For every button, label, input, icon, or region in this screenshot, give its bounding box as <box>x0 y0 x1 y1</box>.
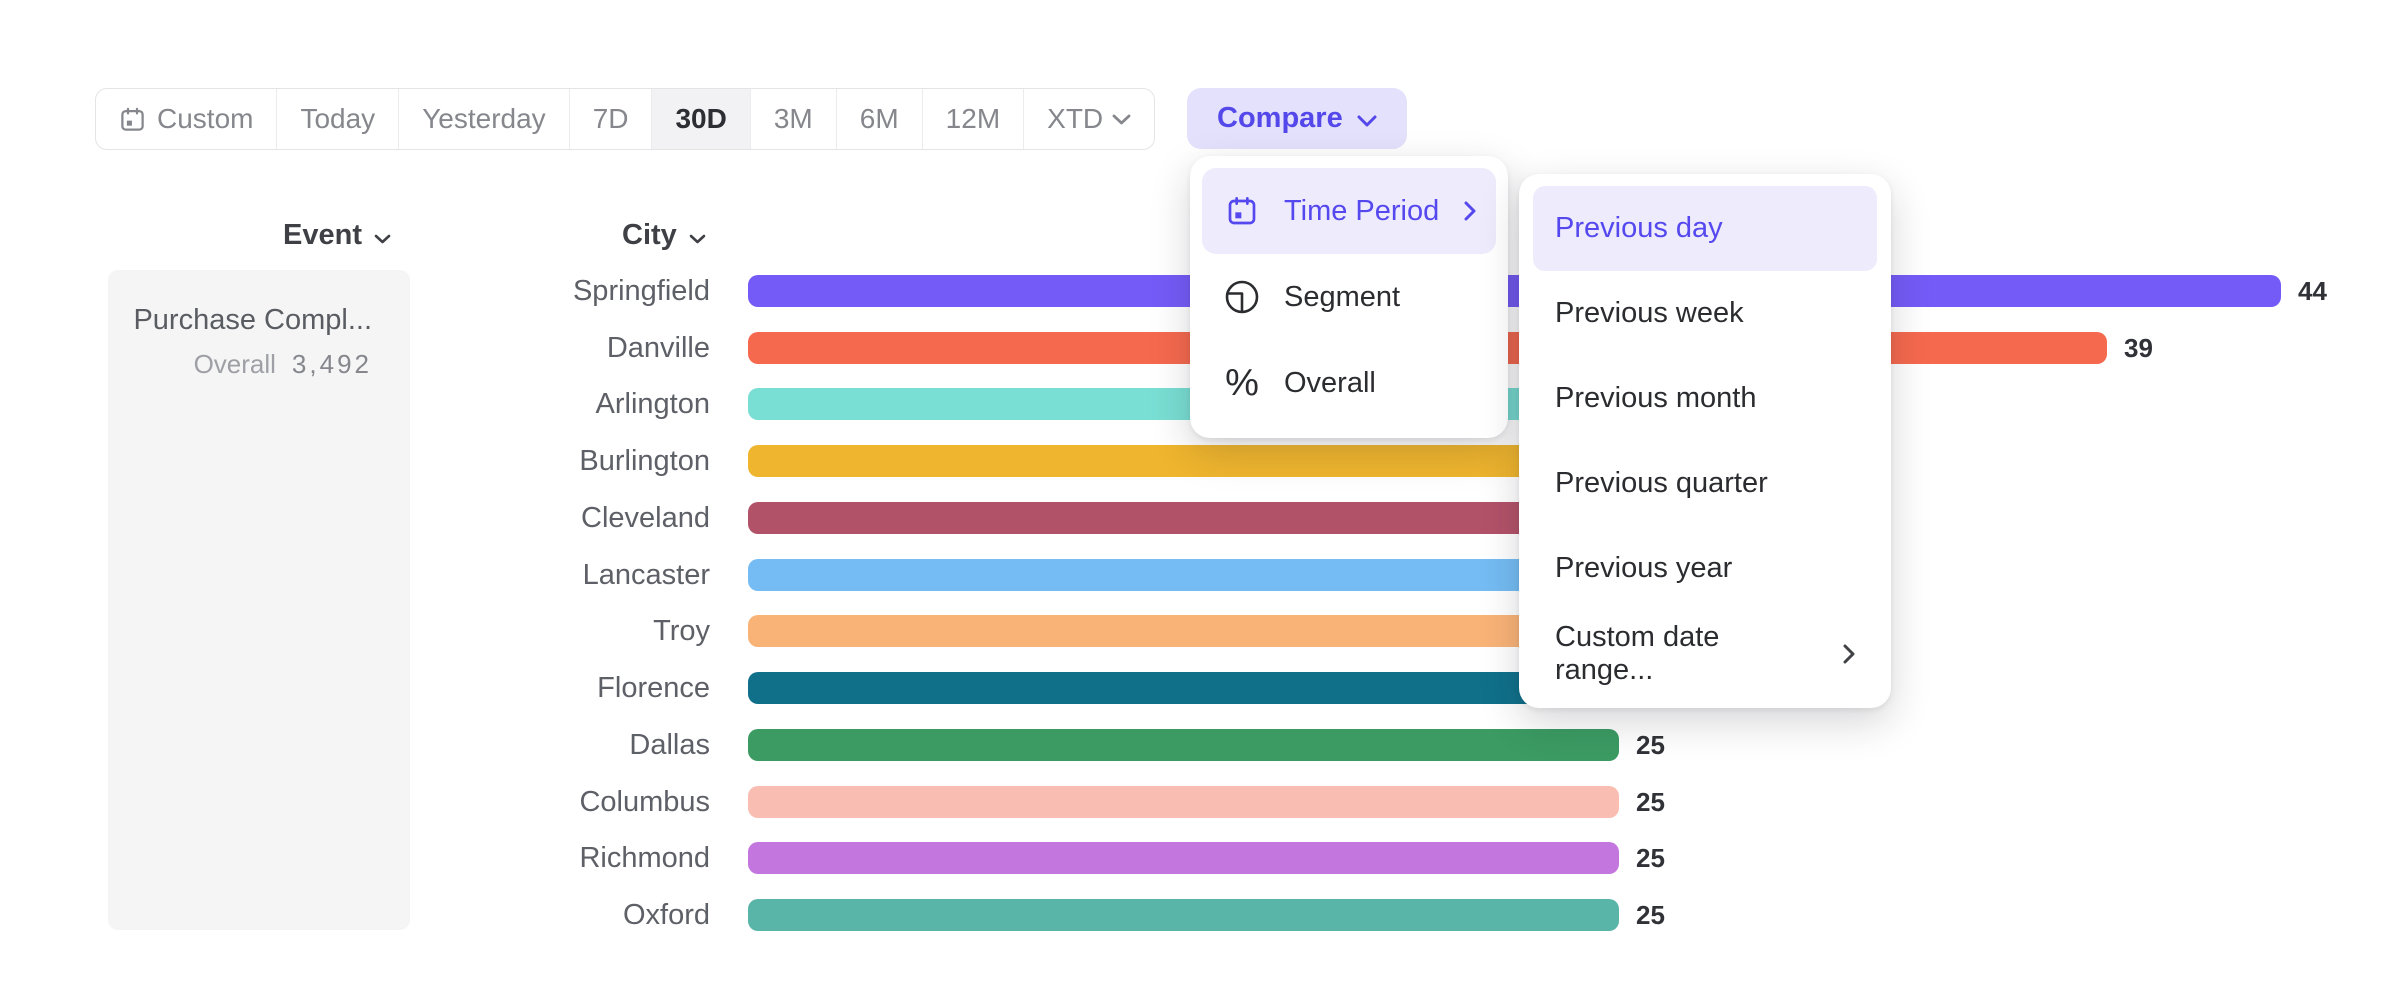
category-label: Arlington <box>0 388 710 420</box>
submenu-item-previous-week[interactable]: Previous week <box>1533 271 1877 356</box>
category-label: Troy <box>0 615 710 647</box>
category-label: Oxford <box>0 899 710 931</box>
menu-item-label: Segment <box>1284 281 1476 314</box>
event-panel: Purchase Compl... Overall 3,492 <box>108 270 410 930</box>
submenu-item-custom-date-range[interactable]: Custom date range... <box>1533 611 1877 696</box>
city-column-header[interactable]: City <box>622 219 706 252</box>
menu-item-segment[interactable]: Segment <box>1202 254 1496 340</box>
percent-icon: % <box>1225 364 1259 402</box>
submenu-item-previous-month[interactable]: Previous month <box>1533 356 1877 441</box>
bar-dallas[interactable] <box>748 729 1619 761</box>
category-label: Dallas <box>0 729 710 761</box>
bar-value-label: 25 <box>1636 729 1665 761</box>
submenu-item-label: Previous day <box>1555 212 1855 245</box>
insights-report: Custom Today Yesterday 7D 30D 3M 6M 12M XTD Comp… <box>0 0 2394 1004</box>
submenu-item-label: Previous quarter <box>1555 467 1855 500</box>
bar-oxford[interactable] <box>748 899 1619 931</box>
compare-menu: Time Period Segment% Overall <box>1190 156 1508 438</box>
compare-button-label: Compare <box>1217 102 1343 135</box>
chart-row: Richmond 25 <box>0 842 2394 874</box>
preset-label: Yesterday <box>422 103 546 135</box>
chart-row: Lancaster <box>0 559 2394 591</box>
preset-6m[interactable]: 6M <box>836 89 922 149</box>
bar-value-label: 25 <box>1636 842 1665 874</box>
time-period-submenu: Previous day Previous week Previous month P… <box>1519 174 1891 708</box>
submenu-item-previous-day[interactable]: Previous day <box>1533 186 1877 271</box>
menu-item-time-period[interactable]: Time Period <box>1202 168 1496 254</box>
preset-12m[interactable]: 12M <box>922 89 1023 149</box>
preset-today[interactable]: Today <box>276 89 398 149</box>
event-column-header-label: Event <box>283 219 362 252</box>
category-label: Springfield <box>0 275 710 307</box>
chevron-down-icon <box>1112 114 1131 125</box>
submenu-item-label: Previous week <box>1555 297 1855 330</box>
category-label: Cleveland <box>0 502 710 534</box>
preset-label: 7D <box>593 103 629 135</box>
city-column-header-label: City <box>622 219 677 252</box>
submenu-item-label: Custom date range... <box>1555 621 1821 687</box>
preset-7d[interactable]: 7D <box>569 89 652 149</box>
bar-value-label: 25 <box>1636 899 1665 931</box>
preset-3m[interactable]: 3M <box>750 89 836 149</box>
calendar-icon <box>1226 195 1258 227</box>
chart-row: Oxford 25 <box>0 899 2394 931</box>
chevron-down-icon <box>1357 102 1377 135</box>
submenu-item-previous-year[interactable]: Previous year <box>1533 526 1877 611</box>
chart-row: Cleveland <box>0 502 2394 534</box>
category-label: Florence <box>0 672 710 704</box>
chevron-right-icon <box>1464 201 1476 221</box>
chart-row: Florence <box>0 672 2394 704</box>
category-label: Richmond <box>0 842 710 874</box>
bar-value-label: 39 <box>2124 332 2153 364</box>
menu-item-overall[interactable]: % Overall <box>1202 340 1496 426</box>
category-label: Danville <box>0 332 710 364</box>
submenu-item-label: Previous year <box>1555 552 1855 585</box>
preset-label: 6M <box>860 103 899 135</box>
bar-value-label: 25 <box>1636 786 1665 818</box>
event-column-header[interactable]: Event <box>283 219 391 252</box>
submenu-item-label: Previous month <box>1555 382 1855 415</box>
chart-row: Troy <box>0 615 2394 647</box>
preset-label: 12M <box>946 103 1000 135</box>
chevron-right-icon <box>1843 644 1855 664</box>
chart-row: Burlington <box>0 445 2394 477</box>
chart-row: Dallas 25 <box>0 729 2394 761</box>
preset-xtd[interactable]: XTD <box>1023 89 1154 149</box>
preset-label: XTD <box>1047 103 1103 135</box>
chevron-down-icon <box>374 219 391 252</box>
menu-item-label: Overall <box>1284 367 1476 400</box>
calendar-icon <box>119 106 146 133</box>
menu-item-label: Time Period <box>1284 195 1442 228</box>
submenu-item-previous-quarter[interactable]: Previous quarter <box>1533 441 1877 526</box>
preset-label: Today <box>300 103 375 135</box>
preset-label: Custom <box>157 103 253 135</box>
preset-label: 30D <box>675 103 726 135</box>
compare-button[interactable]: Compare <box>1187 88 1407 149</box>
bar-springfield[interactable] <box>748 275 2281 307</box>
category-label: Burlington <box>0 445 710 477</box>
bar-value-label: 44 <box>2298 275 2327 307</box>
chevron-down-icon <box>689 219 706 252</box>
category-label: Lancaster <box>0 559 710 591</box>
segment-icon <box>1224 279 1260 315</box>
preset-30d[interactable]: 30D <box>651 89 749 149</box>
bar-columbus[interactable] <box>748 786 1619 818</box>
category-label: Columbus <box>0 786 710 818</box>
date-preset-group: Custom Today Yesterday 7D 30D 3M 6M 12M XTD <box>95 88 1155 150</box>
chart-row: Columbus 25 <box>0 786 2394 818</box>
preset-yesterday[interactable]: Yesterday <box>398 89 569 149</box>
preset-custom[interactable]: Custom <box>96 89 276 149</box>
bar-richmond[interactable] <box>748 842 1619 874</box>
preset-label: 3M <box>774 103 813 135</box>
